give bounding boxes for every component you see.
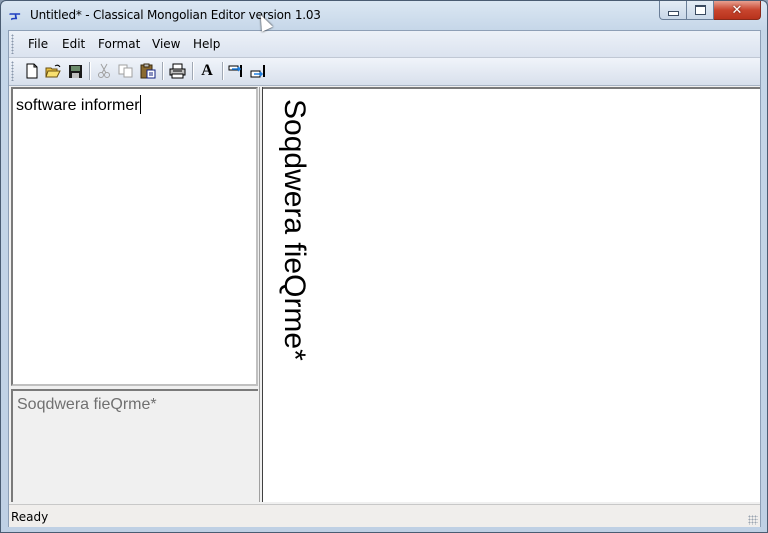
latin-input-textarea[interactable]: software informer <box>11 87 258 386</box>
left-pane: software informer Soqdwera fieQrme* <box>11 87 258 502</box>
app-window: ᠴ Untitled* - Classical Mongolian Editor… <box>0 0 768 533</box>
printer-icon <box>169 63 185 79</box>
transliteration-preview: Soqdwera fieQrme* <box>11 389 258 502</box>
text-direction-left-button[interactable] <box>228 62 246 80</box>
menu-help[interactable]: Help <box>193 37 220 51</box>
scissors-icon <box>98 63 110 78</box>
save-floppy-icon <box>68 64 82 78</box>
text-caret <box>139 95 141 114</box>
menu-bar: File Edit Format View Help <box>9 31 760 58</box>
maximize-icon <box>694 5 706 15</box>
mongolian-script-icon[interactable]: ᠴ <box>9 7 25 23</box>
save-button[interactable] <box>66 62 84 80</box>
text-direction-right-button[interactable] <box>250 62 268 80</box>
close-icon: ✕ <box>731 2 743 18</box>
input-text: software informer <box>16 97 140 114</box>
status-bar: Ready <box>9 504 760 527</box>
toolbar-separator <box>89 62 91 80</box>
client-area: File Edit Format View Help A software in… <box>8 30 761 527</box>
window-title: Untitled* - Classical Mongolian Editor v… <box>30 8 321 22</box>
copy-button[interactable] <box>117 62 135 80</box>
open-button[interactable] <box>44 62 62 80</box>
minimize-icon <box>667 10 679 16</box>
maximize-button[interactable] <box>687 1 714 20</box>
new-button[interactable] <box>23 62 41 80</box>
font-button[interactable]: A <box>198 62 216 80</box>
toolbar: A <box>9 58 760 86</box>
paste-button[interactable] <box>139 62 157 80</box>
print-button[interactable] <box>168 62 186 80</box>
menu-view[interactable]: View <box>152 37 180 51</box>
preview-text: Soqdwera fieQrme* <box>17 396 157 413</box>
minimize-button[interactable] <box>659 1 687 20</box>
menu-edit[interactable]: Edit <box>62 37 85 51</box>
new-document-icon <box>26 63 38 79</box>
title-bar[interactable]: ᠴ Untitled* - Classical Mongolian Editor… <box>1 1 767 29</box>
toolbar-separator <box>192 62 194 80</box>
toolbar-separator <box>222 62 224 80</box>
status-text: Ready <box>11 510 49 524</box>
text-direction-left-icon <box>228 65 242 77</box>
toolbar-gripper[interactable] <box>11 61 14 81</box>
font-icon: A <box>201 62 213 79</box>
open-folder-icon <box>45 64 61 78</box>
mongolian-output-pane[interactable]: Soqdwera fieQrme* <box>263 87 760 502</box>
text-direction-right-icon <box>250 65 265 78</box>
menu-format[interactable]: Format <box>98 37 140 51</box>
resize-grip[interactable] <box>748 515 758 525</box>
copy-icon <box>118 64 133 78</box>
menu-file[interactable]: File <box>28 37 48 51</box>
toolbar-separator <box>162 62 164 80</box>
cut-button[interactable] <box>95 62 113 80</box>
paste-clipboard-icon <box>140 63 156 79</box>
menubar-gripper[interactable] <box>11 34 14 54</box>
close-button[interactable]: ✕ <box>714 1 761 20</box>
caption-buttons: ✕ <box>659 1 761 21</box>
vertical-output-text: Soqdwera fieQrme* <box>278 99 311 361</box>
